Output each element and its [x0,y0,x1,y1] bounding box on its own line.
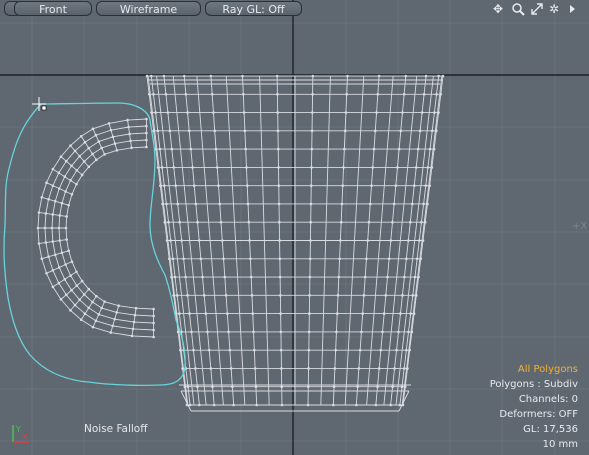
selection-mode-label: All Polygons [517,364,578,375]
x-axis-label: +X [572,221,588,232]
falloff-label: Noise Falloff [84,423,148,435]
move-icon[interactable]: ✥ [491,2,505,16]
menu-arrow-icon[interactable] [565,2,579,16]
crosshair-cursor-icon [32,97,47,111]
axis-gizmo-icon: Y X [12,425,29,443]
shading-mode-button[interactable]: Wireframe [96,1,201,16]
gl-count-info: GL: 17,536 [523,424,578,435]
deformers-info: Deformers: OFF [499,409,578,420]
zoom-icon[interactable] [511,2,525,16]
3d-viewport[interactable]: Y X Front Wireframe Ray GL: Off ✥ ✲ All … [0,0,589,455]
settings-icon[interactable]: ✲ [547,2,561,16]
grid-size-info: 10 mm [542,439,578,450]
svg-text:Y: Y [15,425,21,434]
selection-outline [3,102,186,387]
ray-gl-button[interactable]: Ray GL: Off [205,1,302,16]
view-type-button[interactable]: Front [14,1,92,16]
polygons-info: Polygons : Subdiv [489,379,578,390]
svg-text:X: X [22,433,28,442]
mug-body-wireframe [145,74,445,412]
channels-info: Channels: 0 [518,394,578,405]
viewport-toolbar: Front Wireframe Ray GL: Off ✥ ✲ [0,0,589,18]
maximize-icon[interactable] [530,2,544,16]
